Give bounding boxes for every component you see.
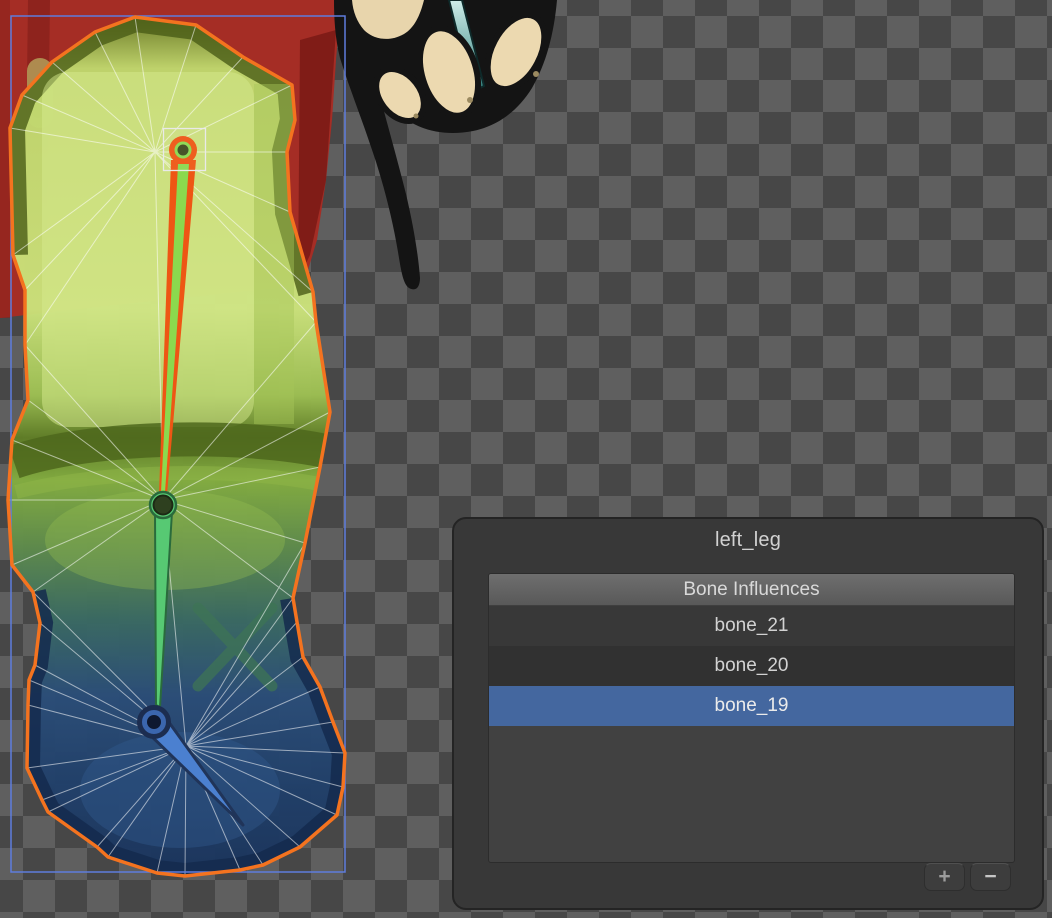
list-item-bone-21[interactable]: bone_21 [489,606,1014,646]
list-item-bone-19[interactable]: bone_19 [489,686,1014,726]
cape-shadow [298,30,336,280]
bone-influences-panel: left_leg Bone Influences bone_21 bone_20… [452,517,1044,910]
panel-title: left_leg [454,519,1042,551]
plus-icon: + [938,865,950,888]
vertex-selection-box[interactable] [164,129,206,171]
add-bone-button[interactable]: + [924,863,965,891]
remove-bone-button[interactable]: − [970,863,1011,891]
minus-icon: − [984,865,996,888]
list-item-bone-20[interactable]: bone_20 [489,646,1014,686]
hand-artwork [334,0,557,289]
skinning-editor-viewport: { "panel": { "title": "left_leg", "list"… [0,0,1052,918]
bone-mid-joint[interactable] [154,496,173,515]
list-button-bar: + − [924,863,1011,891]
list-header: Bone Influences [489,574,1014,606]
bone-influences-list: Bone Influences bone_21 bone_20 bone_19 [488,573,1015,863]
